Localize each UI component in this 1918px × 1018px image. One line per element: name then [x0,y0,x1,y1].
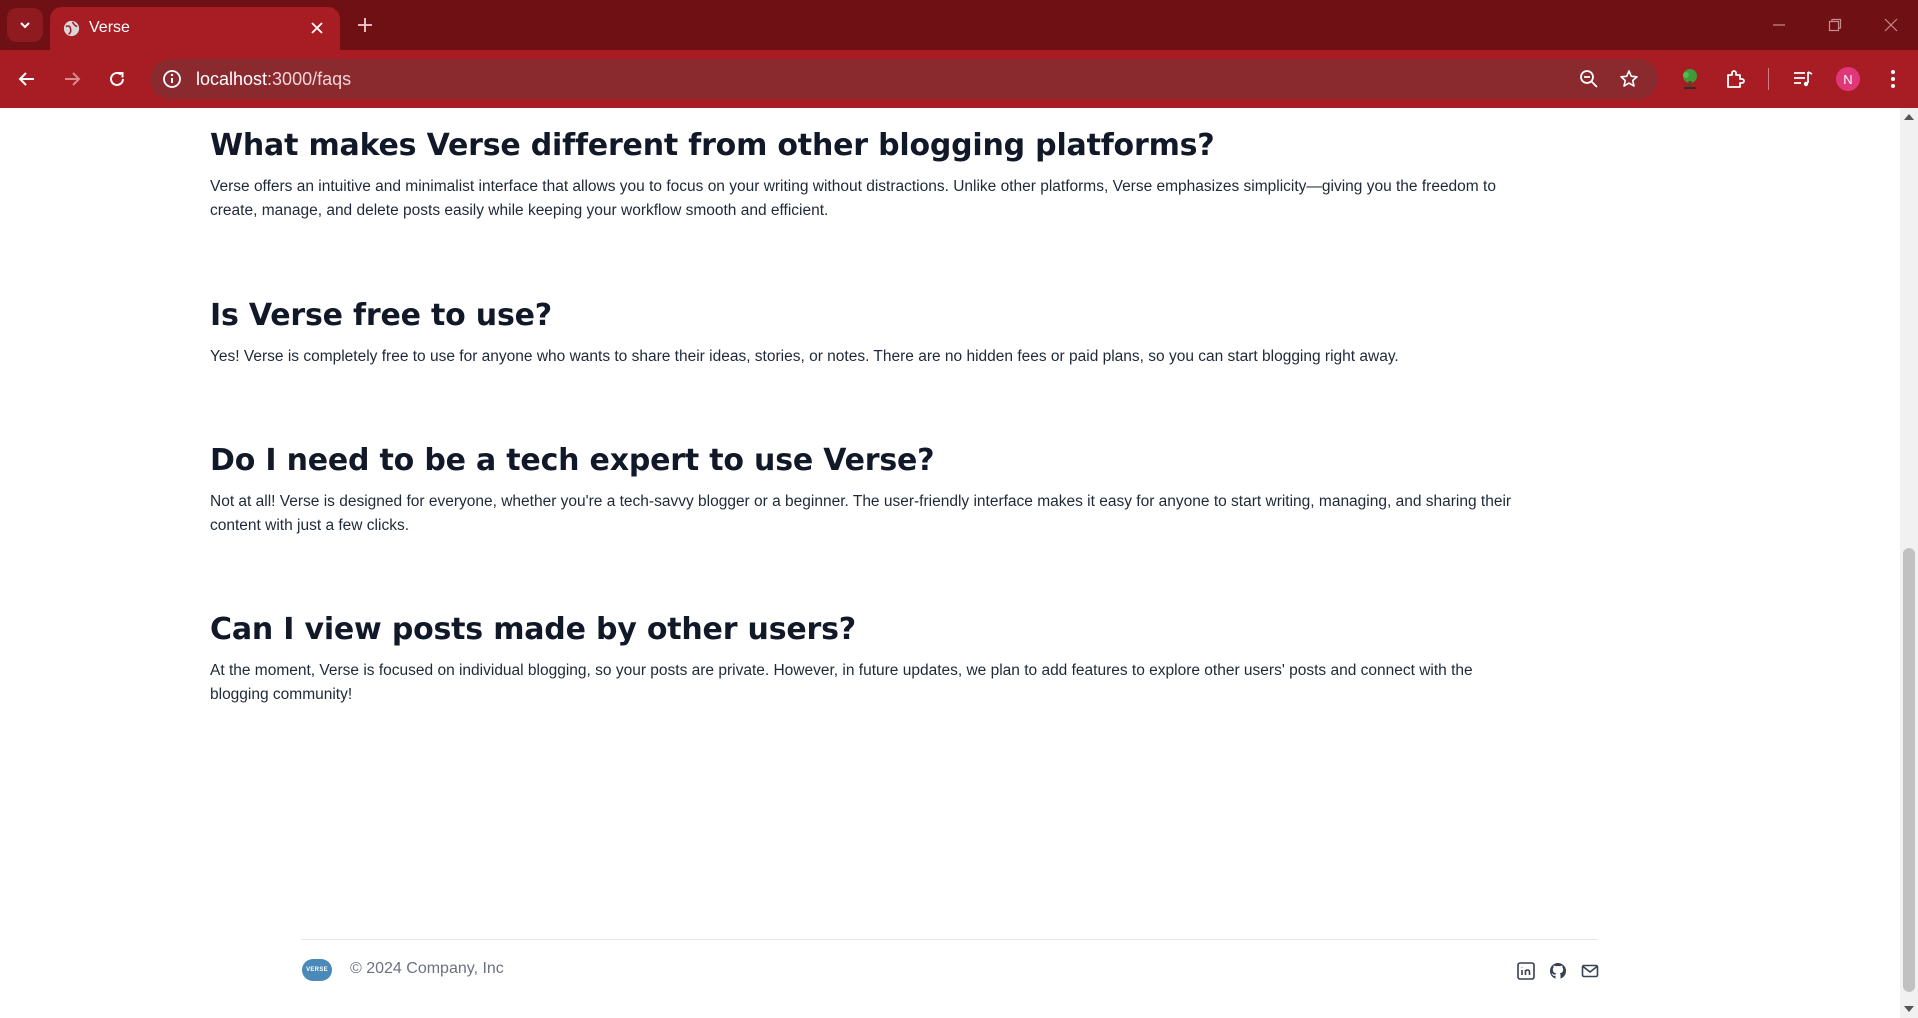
restore-icon [1828,18,1842,32]
new-tab-button[interactable] [352,12,378,38]
faq-answer: At the moment, Verse is focused on indiv… [210,662,1473,703]
linkedin-icon [1517,962,1535,980]
faq-answer: Verse offers an intuitive and minimalist… [210,178,1496,219]
reload-button[interactable] [102,64,132,94]
browser-tab-active[interactable]: Verse [50,7,340,50]
linkedin-link[interactable] [1516,961,1536,981]
address-bar[interactable]: localhost:3000/faqs [150,59,1658,99]
more-vertical-icon [1891,70,1895,88]
media-control-button[interactable] [1788,64,1818,94]
restore-button[interactable] [1820,12,1850,38]
playlist-music-icon [1794,71,1813,87]
close-icon [1884,18,1898,32]
footer-divider [302,939,1598,940]
url-path: :3000/faqs [267,69,352,89]
plus-icon [358,18,372,32]
back-button[interactable] [12,64,42,94]
close-window-button[interactable] [1876,12,1906,38]
faq-question: Is Verse free to use? [210,298,552,333]
faq-question: Can I view posts made by other users? [210,612,856,647]
scroll-up-arrow-icon[interactable] [1904,114,1914,120]
faq-question: Do I need to be a tech expert to use Ver… [210,443,935,478]
star-icon [1620,70,1638,87]
url-host: localhost [196,69,268,89]
tab-search-button[interactable] [7,8,43,42]
profile-avatar[interactable]: N [1836,67,1860,91]
browser-tab-strip: Verse [0,0,1918,50]
faq-answer: Not at all! Verse is designed for everyo… [210,493,1512,534]
faq-item: Is Verse free to use? Yes! Verse is comp… [210,297,1520,369]
toolbar-separator [1768,68,1769,90]
faq-item: What makes Verse different from other bl… [210,127,1520,223]
footer-logo[interactable]: VERSE [302,959,332,981]
github-icon [1549,963,1567,979]
info-icon[interactable] [162,69,182,89]
faq-answer: Yes! Verse is completely free to use for… [210,348,1399,365]
arrow-right-icon [65,72,81,86]
faq-item: Can I view posts made by other users? At… [210,611,1520,707]
faq-question: What makes Verse different from other bl… [210,128,1215,163]
extension-tree-button[interactable] [1675,64,1705,94]
scrollbar-thumb[interactable] [1903,548,1915,992]
faq-item: Do I need to be a tech expert to use Ver… [210,442,1520,538]
browser-menu-button[interactable] [1878,64,1908,94]
extensions-button[interactable] [1721,64,1751,94]
browser-toolbar: localhost:3000/faqs N [0,50,1918,108]
tree-extension-icon [1683,69,1697,89]
chevron-down-icon [20,22,30,29]
minimize-icon [1773,24,1785,26]
arrow-left-icon [18,72,34,86]
scroll-down-arrow-icon[interactable] [1904,1006,1914,1012]
url-text[interactable]: localhost:3000/faqs [196,69,351,90]
tab-close-button[interactable] [306,17,328,39]
reload-icon [110,71,124,86]
puzzle-icon [1727,70,1745,88]
close-icon [311,22,323,34]
footer-copyright: © 2024 Company, Inc [350,960,504,977]
mail-icon [1581,964,1599,978]
minimize-button[interactable] [1764,12,1794,38]
zoom-out-icon [1580,70,1598,88]
tab-title: Verse [89,19,130,36]
bookmark-button[interactable] [1618,68,1640,90]
page-scrollbar[interactable] [1900,108,1918,1018]
faq-page: What makes Verse different from other bl… [0,108,1900,1018]
email-link[interactable] [1580,961,1600,981]
github-link[interactable] [1548,961,1568,981]
zoom-button[interactable] [1578,68,1600,90]
forward-button[interactable] [57,64,87,94]
globe-icon [63,20,80,37]
